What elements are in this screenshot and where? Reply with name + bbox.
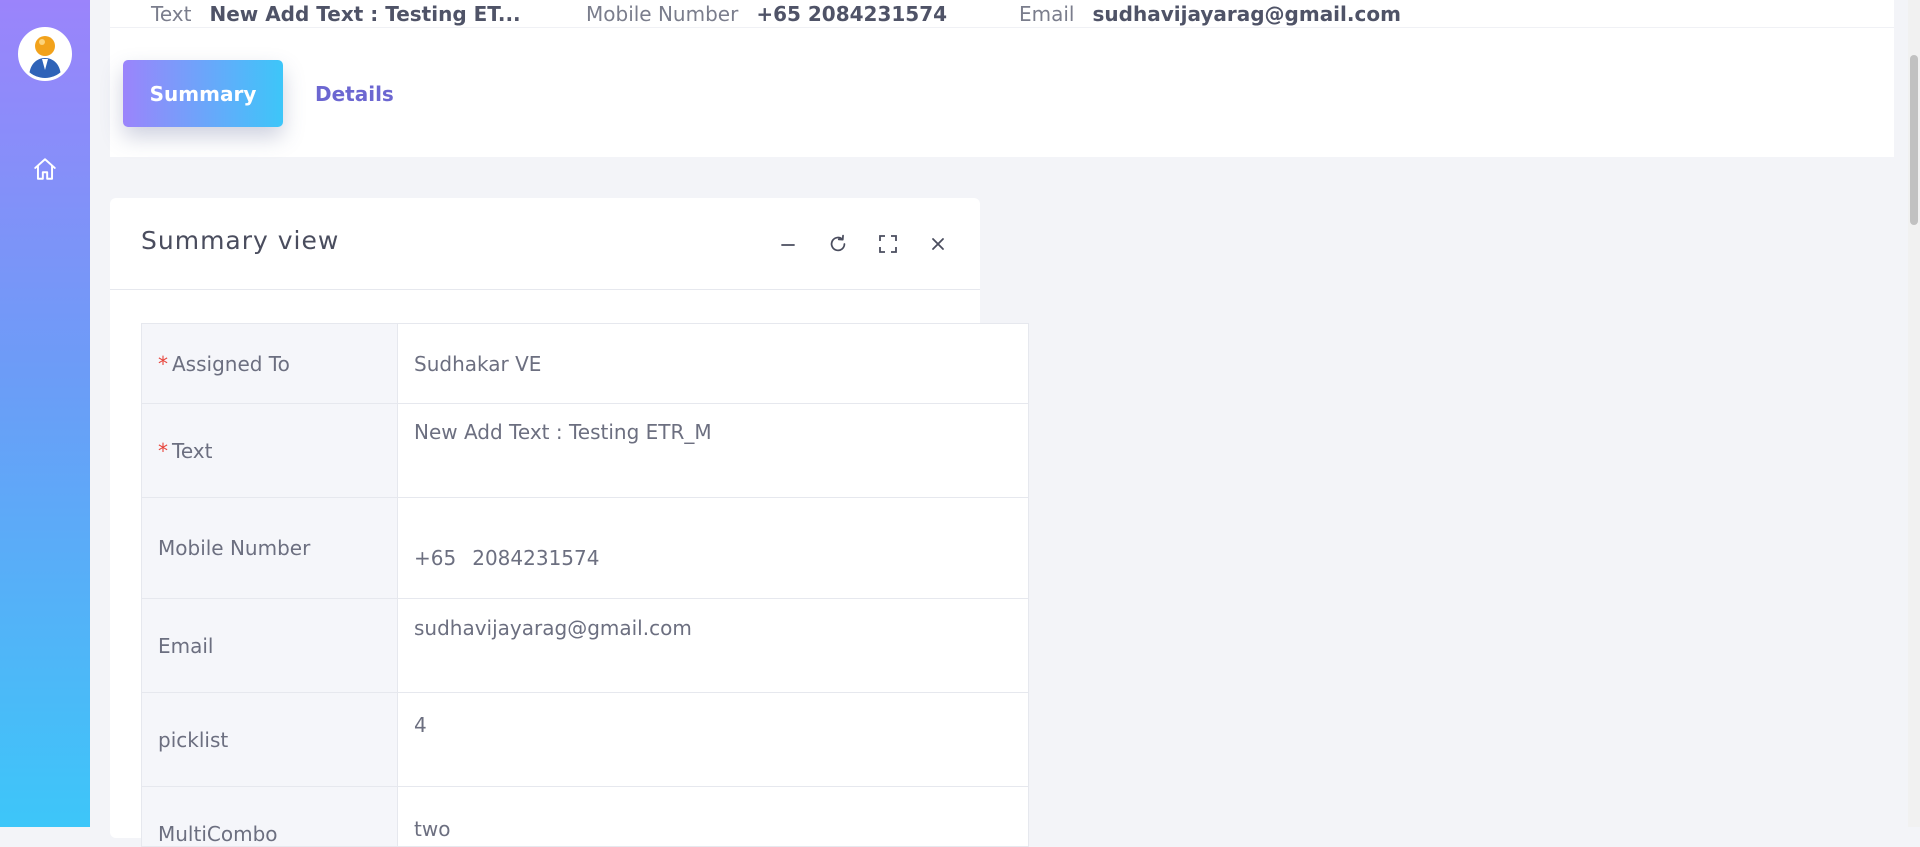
user-avatar-icon [29,36,61,78]
page-scrollbar[interactable] [1908,0,1920,827]
field-label: Assigned To [172,351,290,376]
field-label: Text [172,438,213,463]
email-value[interactable]: sudhavijayarag@gmail.com [397,598,1029,693]
field-label: MultiCombo [141,786,398,847]
info-text: Text New Add Text : Testing ET... [151,0,521,28]
panel-title: Summary view [141,226,340,255]
table-row: picklist 4 [141,692,1029,787]
table-row: Mobile Number +65 2084231574 [141,497,1029,599]
summary-field-table: * Assigned To Sudhakar VE * Text New Add T… [141,323,1029,847]
info-label: Mobile Number [586,2,739,26]
record-header: Text New Add Text : Testing ET... Mobile … [110,0,1894,157]
home-icon [34,158,56,180]
info-mobile: Mobile Number +65 2084231574 [586,0,947,28]
close-button[interactable] [924,230,952,258]
info-value: +65 2084231574 [756,2,948,26]
info-label: Email [1019,2,1075,26]
mobile-number: 2084231574 [472,546,600,570]
info-value: New Add Text : Testing ET... [209,2,521,26]
table-row: Email sudhavijayarag@gmail.com [141,598,1029,693]
country-code: +65 [414,546,457,570]
multicombo-value[interactable]: two [397,786,1029,847]
assigned-to-value[interactable]: Sudhakar VE [397,323,1029,404]
panel-header: Summary view [110,198,980,290]
required-mark: * [158,438,168,463]
info-email: Email sudhavijayarag@gmail.com [1019,0,1401,28]
user-avatar[interactable] [18,27,72,81]
refresh-icon [830,234,846,252]
record-info-row: Text New Add Text : Testing ET... Mobile … [110,0,1894,28]
tab-details[interactable]: Details [315,60,394,127]
fullscreen-button[interactable] [874,230,902,258]
table-row: * Assigned To Sudhakar VE [141,323,1029,404]
fullscreen-icon [879,235,897,253]
scrollbar-thumb[interactable] [1910,55,1918,225]
text-value[interactable]: New Add Text : Testing ETR_M [397,403,1029,498]
field-label-cell: * Text [141,403,398,498]
panel-tools [774,230,952,258]
info-label: Text [151,2,192,26]
refresh-button[interactable] [824,230,852,258]
info-value: sudhavijayarag@gmail.com [1092,2,1401,26]
field-label: Mobile Number [141,497,398,599]
minimize-button[interactable] [774,230,802,258]
field-label: picklist [141,692,398,787]
table-row: MultiCombo two [141,786,1029,847]
minimize-icon [781,244,795,246]
sidebar [0,0,90,827]
tab-summary[interactable]: Summary [123,60,283,127]
field-label: Email [141,598,398,693]
table-row: * Text New Add Text : Testing ETR_M [141,403,1029,498]
field-label-cell: * Assigned To [141,323,398,404]
picklist-value[interactable]: 4 [397,692,1029,787]
required-mark: * [158,351,168,376]
close-icon [932,238,944,250]
mobile-value[interactable]: +65 2084231574 [397,497,1029,599]
sidebar-item-home[interactable] [28,152,62,186]
